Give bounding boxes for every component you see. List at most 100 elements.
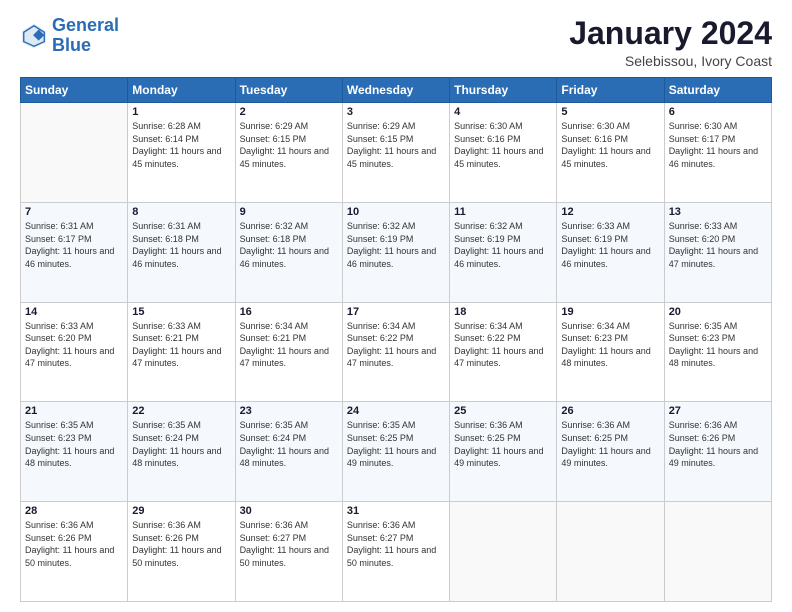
day-detail: Sunrise: 6:36 AMSunset: 6:26 PMDaylight:… [132,519,230,569]
day-detail: Sunrise: 6:36 AMSunset: 6:25 PMDaylight:… [561,419,659,469]
main-title: January 2024 [569,16,772,51]
day-number: 14 [25,306,123,318]
calendar-week-row: 1 Sunrise: 6:28 AMSunset: 6:14 PMDayligh… [21,103,772,203]
day-detail: Sunrise: 6:30 AMSunset: 6:17 PMDaylight:… [669,120,767,170]
day-detail: Sunrise: 6:33 AMSunset: 6:19 PMDaylight:… [561,220,659,270]
day-detail: Sunrise: 6:36 AMSunset: 6:26 PMDaylight:… [25,519,123,569]
day-number: 16 [240,306,338,318]
day-number: 29 [132,505,230,517]
day-detail: Sunrise: 6:33 AMSunset: 6:20 PMDaylight:… [669,220,767,270]
day-number: 12 [561,206,659,218]
day-header: Thursday [450,78,557,103]
calendar-day-cell: 20 Sunrise: 6:35 AMSunset: 6:23 PMDaylig… [664,302,771,402]
day-header: Sunday [21,78,128,103]
day-number: 8 [132,206,230,218]
day-detail: Sunrise: 6:34 AMSunset: 6:23 PMDaylight:… [561,320,659,370]
logo-line1: General [52,15,119,35]
day-number: 19 [561,306,659,318]
day-detail: Sunrise: 6:36 AMSunset: 6:27 PMDaylight:… [240,519,338,569]
calendar-day-cell: 27 Sunrise: 6:36 AMSunset: 6:26 PMDaylig… [664,402,771,502]
day-detail: Sunrise: 6:33 AMSunset: 6:21 PMDaylight:… [132,320,230,370]
day-detail: Sunrise: 6:34 AMSunset: 6:21 PMDaylight:… [240,320,338,370]
day-detail: Sunrise: 6:28 AMSunset: 6:14 PMDaylight:… [132,120,230,170]
calendar-day-cell: 4 Sunrise: 6:30 AMSunset: 6:16 PMDayligh… [450,103,557,203]
day-number: 2 [240,106,338,118]
calendar-day-cell: 31 Sunrise: 6:36 AMSunset: 6:27 PMDaylig… [342,502,449,602]
calendar-day-cell: 29 Sunrise: 6:36 AMSunset: 6:26 PMDaylig… [128,502,235,602]
calendar-day-cell: 6 Sunrise: 6:30 AMSunset: 6:17 PMDayligh… [664,103,771,203]
logo-text: General Blue [52,16,119,56]
calendar-day-cell: 14 Sunrise: 6:33 AMSunset: 6:20 PMDaylig… [21,302,128,402]
day-detail: Sunrise: 6:33 AMSunset: 6:20 PMDaylight:… [25,320,123,370]
calendar-header-row: SundayMondayTuesdayWednesdayThursdayFrid… [21,78,772,103]
calendar-day-cell: 23 Sunrise: 6:35 AMSunset: 6:24 PMDaylig… [235,402,342,502]
calendar-day-cell: 28 Sunrise: 6:36 AMSunset: 6:26 PMDaylig… [21,502,128,602]
day-detail: Sunrise: 6:30 AMSunset: 6:16 PMDaylight:… [454,120,552,170]
day-detail: Sunrise: 6:36 AMSunset: 6:27 PMDaylight:… [347,519,445,569]
day-detail: Sunrise: 6:32 AMSunset: 6:18 PMDaylight:… [240,220,338,270]
calendar-week-row: 14 Sunrise: 6:33 AMSunset: 6:20 PMDaylig… [21,302,772,402]
title-block: January 2024 Selebissou, Ivory Coast [569,16,772,69]
calendar-day-cell: 19 Sunrise: 6:34 AMSunset: 6:23 PMDaylig… [557,302,664,402]
day-detail: Sunrise: 6:35 AMSunset: 6:25 PMDaylight:… [347,419,445,469]
day-header: Tuesday [235,78,342,103]
day-number: 7 [25,206,123,218]
day-detail: Sunrise: 6:35 AMSunset: 6:24 PMDaylight:… [132,419,230,469]
day-detail: Sunrise: 6:29 AMSunset: 6:15 PMDaylight:… [347,120,445,170]
day-number: 25 [454,405,552,417]
calendar-day-cell: 11 Sunrise: 6:32 AMSunset: 6:19 PMDaylig… [450,202,557,302]
calendar-day-cell: 2 Sunrise: 6:29 AMSunset: 6:15 PMDayligh… [235,103,342,203]
day-number: 27 [669,405,767,417]
day-detail: Sunrise: 6:36 AMSunset: 6:26 PMDaylight:… [669,419,767,469]
day-header: Monday [128,78,235,103]
calendar-day-cell: 8 Sunrise: 6:31 AMSunset: 6:18 PMDayligh… [128,202,235,302]
day-number: 11 [454,206,552,218]
day-number: 10 [347,206,445,218]
day-number: 5 [561,106,659,118]
day-number: 9 [240,206,338,218]
day-detail: Sunrise: 6:31 AMSunset: 6:17 PMDaylight:… [25,220,123,270]
calendar-week-row: 21 Sunrise: 6:35 AMSunset: 6:23 PMDaylig… [21,402,772,502]
day-number: 4 [454,106,552,118]
calendar-day-cell: 1 Sunrise: 6:28 AMSunset: 6:14 PMDayligh… [128,103,235,203]
day-number: 13 [669,206,767,218]
day-number: 6 [669,106,767,118]
calendar-day-cell: 7 Sunrise: 6:31 AMSunset: 6:17 PMDayligh… [21,202,128,302]
calendar-day-cell: 18 Sunrise: 6:34 AMSunset: 6:22 PMDaylig… [450,302,557,402]
calendar-day-cell: 22 Sunrise: 6:35 AMSunset: 6:24 PMDaylig… [128,402,235,502]
calendar-day-cell [664,502,771,602]
day-number: 20 [669,306,767,318]
day-header: Wednesday [342,78,449,103]
calendar-day-cell: 25 Sunrise: 6:36 AMSunset: 6:25 PMDaylig… [450,402,557,502]
calendar-day-cell: 17 Sunrise: 6:34 AMSunset: 6:22 PMDaylig… [342,302,449,402]
day-detail: Sunrise: 6:30 AMSunset: 6:16 PMDaylight:… [561,120,659,170]
calendar-day-cell [450,502,557,602]
day-header: Saturday [664,78,771,103]
day-header: Friday [557,78,664,103]
day-number: 1 [132,106,230,118]
calendar-day-cell: 9 Sunrise: 6:32 AMSunset: 6:18 PMDayligh… [235,202,342,302]
calendar-day-cell: 15 Sunrise: 6:33 AMSunset: 6:21 PMDaylig… [128,302,235,402]
calendar-week-row: 7 Sunrise: 6:31 AMSunset: 6:17 PMDayligh… [21,202,772,302]
day-number: 18 [454,306,552,318]
calendar-week-row: 28 Sunrise: 6:36 AMSunset: 6:26 PMDaylig… [21,502,772,602]
day-detail: Sunrise: 6:32 AMSunset: 6:19 PMDaylight:… [347,220,445,270]
calendar-day-cell: 3 Sunrise: 6:29 AMSunset: 6:15 PMDayligh… [342,103,449,203]
day-number: 21 [25,405,123,417]
day-number: 17 [347,306,445,318]
day-detail: Sunrise: 6:29 AMSunset: 6:15 PMDaylight:… [240,120,338,170]
page: General Blue January 2024 Selebissou, Iv… [0,0,792,612]
day-detail: Sunrise: 6:35 AMSunset: 6:23 PMDaylight:… [25,419,123,469]
header: General Blue January 2024 Selebissou, Iv… [20,16,772,69]
day-detail: Sunrise: 6:35 AMSunset: 6:24 PMDaylight:… [240,419,338,469]
calendar-day-cell: 24 Sunrise: 6:35 AMSunset: 6:25 PMDaylig… [342,402,449,502]
day-detail: Sunrise: 6:32 AMSunset: 6:19 PMDaylight:… [454,220,552,270]
logo: General Blue [20,16,119,56]
day-number: 28 [25,505,123,517]
calendar-day-cell: 21 Sunrise: 6:35 AMSunset: 6:23 PMDaylig… [21,402,128,502]
day-number: 3 [347,106,445,118]
day-detail: Sunrise: 6:34 AMSunset: 6:22 PMDaylight:… [454,320,552,370]
day-number: 22 [132,405,230,417]
subtitle: Selebissou, Ivory Coast [569,53,772,69]
day-number: 30 [240,505,338,517]
